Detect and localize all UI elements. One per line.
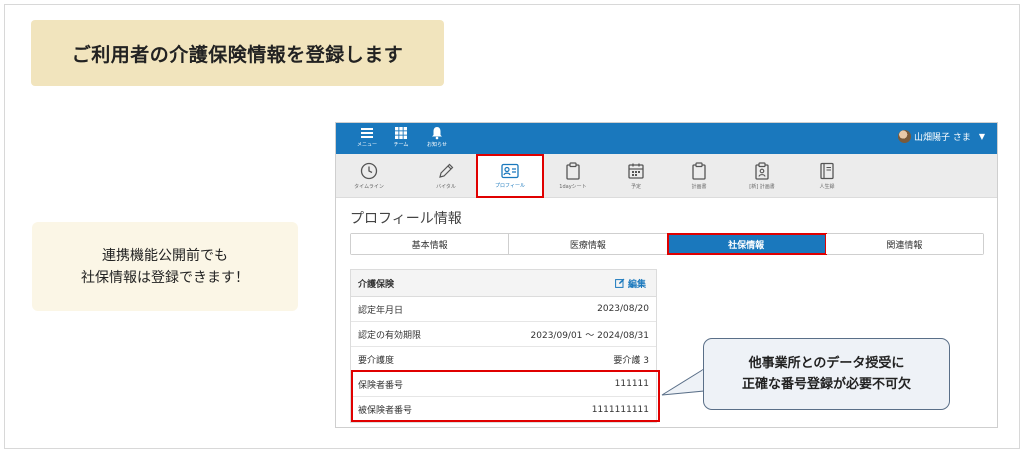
nav-schedule[interactable]: 予定 — [603, 154, 669, 198]
nav-plan-label: 計画書 — [691, 184, 707, 190]
bell-icon — [432, 127, 442, 140]
user-menu[interactable]: 山畑陽子 さま ▼ — [897, 130, 985, 143]
team-label: チーム — [393, 142, 409, 148]
id-badge-icon — [755, 162, 769, 180]
note-line-1: 連携機能公開前でも — [102, 247, 228, 264]
nav-schedule-label: 予定 — [630, 184, 641, 190]
card-title: 介護保険 — [358, 279, 395, 290]
nav-timeline[interactable]: タイムライン — [336, 154, 402, 198]
clock-icon — [360, 162, 378, 180]
row-label: 認定の有効期限 — [358, 330, 422, 341]
nav-plan[interactable]: 計画書 — [666, 154, 732, 198]
notifications-label: お知らせ — [427, 142, 447, 148]
tab-related-info[interactable]: 関連情報 — [825, 234, 983, 254]
table-row: 要介護度 要介護 3 — [351, 347, 656, 372]
edit-button[interactable]: 編集 — [615, 277, 646, 290]
title-text: ご利用者の介護保険情報を登録します — [71, 43, 404, 66]
nav-new-plan[interactable]: [新] 計画書 — [729, 154, 795, 198]
tab-basic-info[interactable]: 基本情報 — [351, 234, 510, 254]
nav-vital-label: バイタル — [436, 184, 456, 190]
table-row: 認定年月日 2023/08/20 — [351, 297, 656, 322]
book-icon — [820, 162, 834, 180]
calendar-icon — [628, 163, 644, 179]
nav-profile[interactable]: プロフィール — [476, 154, 544, 198]
nav-life-record-label: 人生録 — [819, 184, 835, 190]
insurer-number-highlight — [351, 370, 660, 422]
nav-1day-sheet-label: 1dayシート — [559, 184, 587, 190]
card-header: 介護保険 編集 — [351, 270, 656, 297]
nav-1day-sheet[interactable]: 1dayシート — [540, 154, 606, 198]
chevron-down-icon: ▼ — [978, 132, 985, 141]
nav-vital[interactable]: バイタル — [413, 154, 479, 198]
row-value: 要介護 3 — [613, 355, 649, 366]
note-box: 連携機能公開前でも 社保情報は登録できます！ — [32, 222, 298, 311]
nav-profile-label: プロフィール — [495, 183, 525, 189]
user-name: 山畑陽子 さま — [913, 133, 971, 143]
clipboard-icon — [566, 162, 580, 180]
row-value: 2023/09/01 〜 2024/08/31 — [530, 330, 649, 341]
tab-social-insurance[interactable]: 社保情報 — [666, 233, 827, 255]
pencil-icon — [439, 163, 454, 178]
edit-label: 編集 — [627, 279, 646, 290]
nav-life-record[interactable]: 人生録 — [794, 154, 860, 198]
nav-timeline-label: タイムライン — [354, 184, 384, 190]
edit-icon — [615, 278, 625, 288]
notifications-button[interactable]: お知らせ — [420, 126, 454, 152]
note-line-2: 社保情報は登録できます！ — [81, 269, 249, 286]
profile-card-icon — [501, 163, 519, 179]
row-label: 認定年月日 — [358, 305, 404, 316]
page-title: プロフィール情報 — [350, 211, 462, 227]
title-banner: ご利用者の介護保険情報を登録します — [31, 20, 444, 86]
menu-label: メニュー — [356, 142, 377, 148]
grid-icon — [395, 127, 407, 139]
sub-navigation: タイムライン バイタル プロフィール 1dayシート 予定 計画書 [新] 計画… — [336, 154, 997, 198]
clipboard-icon — [692, 162, 706, 180]
table-row: 認定の有効期限 2023/09/01 〜 2024/08/31 — [351, 322, 656, 347]
profile-tabs: 基本情報 医療情報 社保情報 関連情報 — [350, 233, 984, 255]
callout-pointer — [661, 368, 706, 396]
callout-line-1: 他事業所とのデータ授受に — [748, 356, 905, 371]
row-value: 2023/08/20 — [597, 304, 649, 314]
avatar — [897, 130, 911, 143]
team-button[interactable]: チーム — [384, 126, 418, 152]
top-bar: メニュー チーム お知らせ 山畑陽子 さま ▼ — [336, 123, 997, 154]
menu-button[interactable]: メニュー — [350, 126, 384, 152]
hamburger-icon — [361, 128, 373, 138]
tab-medical-info[interactable]: 医療情報 — [509, 234, 668, 254]
callout-line-2: 正確な番号登録が必要不可欠 — [741, 377, 911, 392]
row-label: 要介護度 — [358, 355, 395, 366]
nav-new-plan-label: [新] 計画書 — [749, 184, 775, 190]
callout-bubble: 他事業所とのデータ授受に 正確な番号登録が必要不可欠 — [703, 338, 950, 410]
